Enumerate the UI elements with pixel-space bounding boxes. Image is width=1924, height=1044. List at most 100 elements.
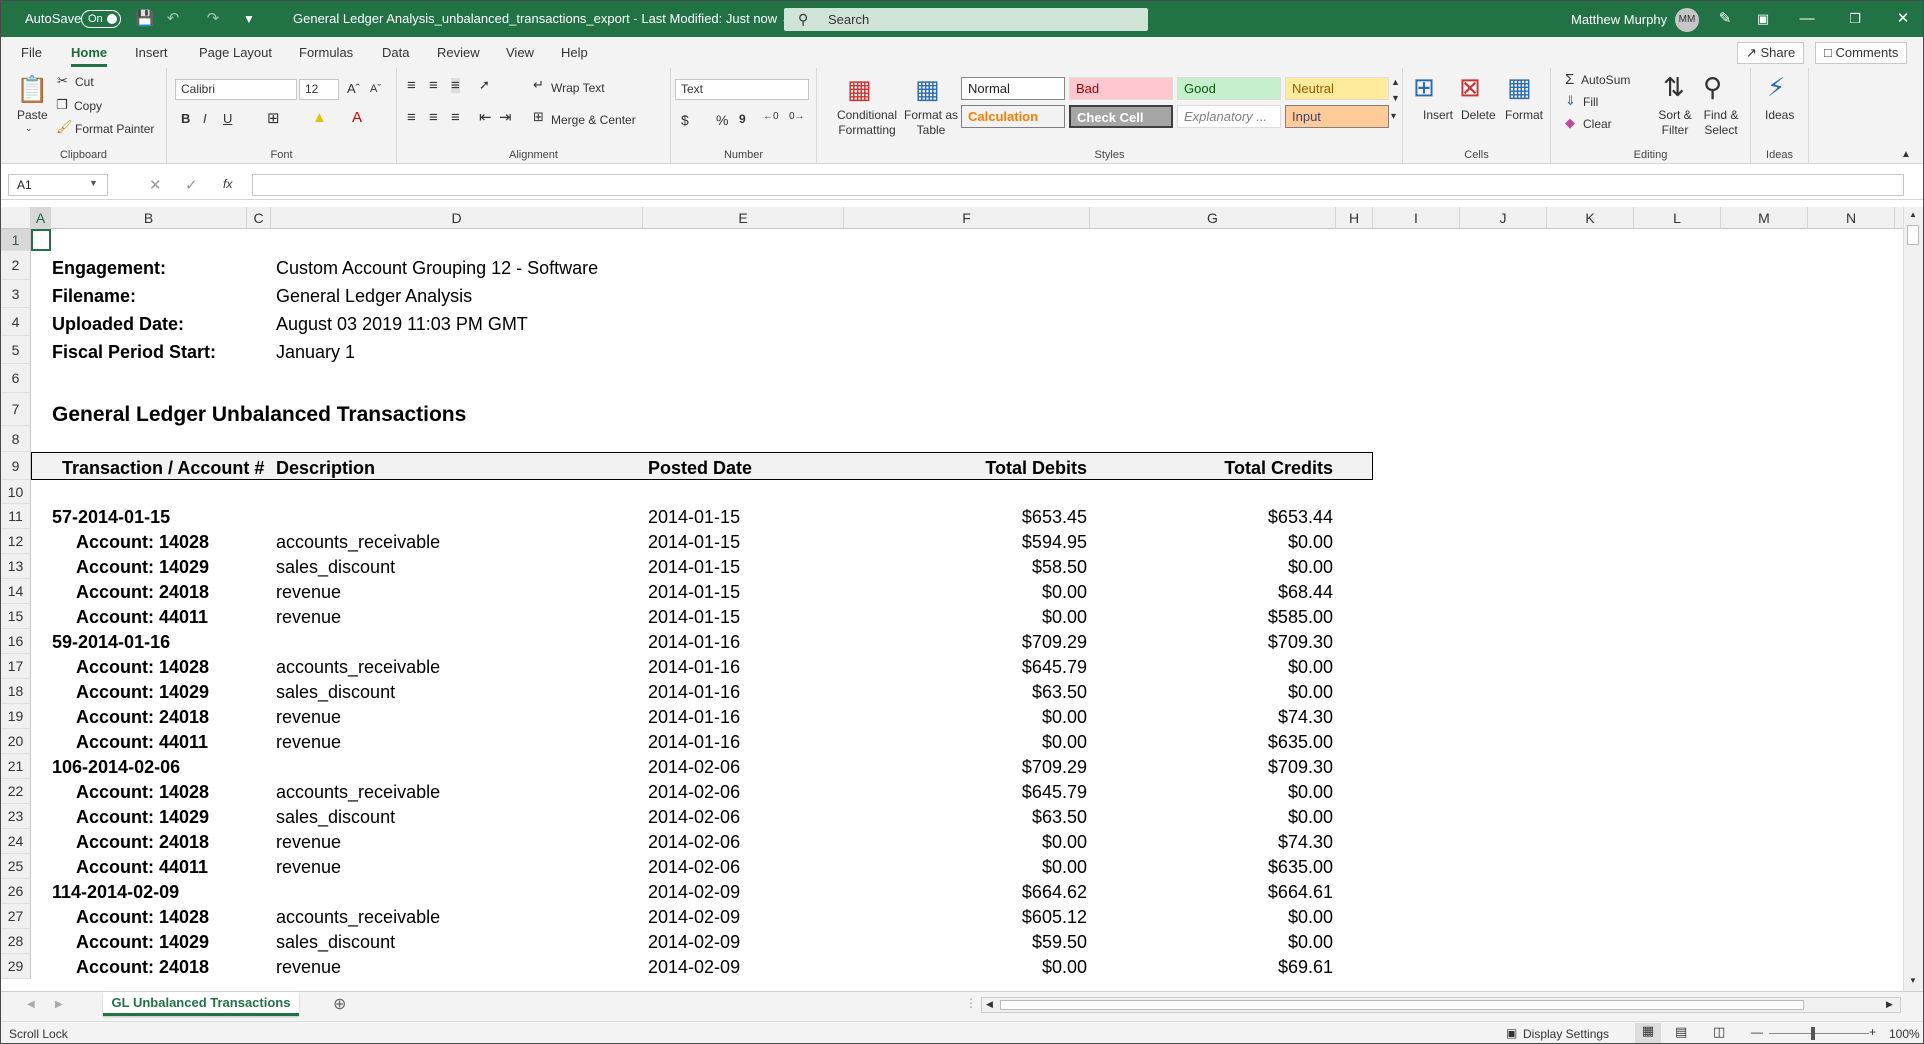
row-header[interactable]: 18 <box>1 679 31 704</box>
row-header[interactable]: 6 <box>1 364 31 393</box>
vertical-scroll-thumb[interactable] <box>1907 225 1919 245</box>
row-header[interactable]: 26 <box>1 879 31 904</box>
save-icon[interactable]: 💾 <box>135 9 155 29</box>
display-settings-button[interactable]: Display Settings <box>1523 1027 1609 1041</box>
tab-data[interactable]: Data <box>382 45 409 60</box>
merge-center-icon[interactable]: ⊞ <box>533 110 544 123</box>
font-color-icon[interactable]: A <box>352 110 362 125</box>
align-right-icon[interactable]: ≡ <box>451 110 460 125</box>
decrease-indent-icon[interactable]: ⇤ <box>479 110 492 125</box>
style-normal[interactable]: Normal <box>961 77 1065 100</box>
avatar[interactable]: MM <box>1675 8 1699 32</box>
conditional-formatting-button[interactable]: Conditional Formatting <box>827 108 907 138</box>
format-as-table-icon[interactable]: ▦ <box>915 76 940 102</box>
restore-icon[interactable]: ❐ <box>1835 7 1875 31</box>
cut-label[interactable]: Cut <box>75 75 94 89</box>
column-header[interactable]: F <box>844 207 1090 229</box>
percent-button[interactable]: % <box>716 112 728 128</box>
column-header[interactable]: C <box>247 207 271 229</box>
align-left-icon[interactable]: ≡ <box>407 110 416 125</box>
delete-cells-icon[interactable]: ⊠ <box>1459 74 1481 100</box>
normal-view-icon[interactable]: ▦ <box>1635 1023 1661 1043</box>
tab-view[interactable]: View <box>506 45 534 60</box>
zoom-in-icon[interactable]: + <box>1869 1025 1876 1039</box>
tab-formulas[interactable]: Formulas <box>299 45 353 60</box>
copy-icon[interactable]: ❐ <box>56 98 68 111</box>
borders-icon[interactable]: ⊞ <box>267 111 280 126</box>
paste-icon[interactable]: 📋 <box>16 76 48 102</box>
formula-input[interactable] <box>252 174 1904 196</box>
zoom-slider-thumb[interactable] <box>1811 1027 1815 1040</box>
scroll-right-icon[interactable]: ▶ <box>1886 1000 1893 1009</box>
clear-icon[interactable]: ◆ <box>1565 116 1575 129</box>
zoom-out-icon[interactable]: — <box>1751 1025 1763 1039</box>
row-header[interactable]: 23 <box>1 804 31 829</box>
row-header[interactable]: 27 <box>1 904 31 929</box>
grow-font-icon[interactable]: Aˆ <box>347 81 360 96</box>
pen-icon[interactable]: ✎ <box>1715 9 1735 29</box>
number-format-select[interactable]: Text <box>675 79 809 100</box>
row-header[interactable]: 28 <box>1 929 31 954</box>
wrap-text-button[interactable]: Wrap Text <box>551 81 605 95</box>
undo-icon[interactable]: ↶ <box>163 9 183 29</box>
collapse-ribbon-icon[interactable]: ▲ <box>1901 150 1911 160</box>
column-header[interactable]: J <box>1460 207 1547 229</box>
style-bad[interactable]: Bad <box>1069 77 1173 100</box>
insert-cells-icon[interactable]: ⊞ <box>1413 74 1435 100</box>
vertical-scrollbar[interactable]: ▲ ▼ <box>1903 207 1923 991</box>
document-title[interactable]: General Ledger Analysis_unbalanced_trans… <box>293 11 792 27</box>
column-header[interactable]: B <box>51 207 247 229</box>
cancel-icon[interactable]: ✕ <box>149 178 162 193</box>
styles-scroll-up-icon[interactable]: ▲ <box>1391 78 1400 87</box>
currency-button[interactable]: $ <box>681 112 689 128</box>
autosum-button[interactable]: AutoSum <box>1581 73 1630 87</box>
row-header[interactable]: 12 <box>1 529 31 554</box>
insert-function-button[interactable]: fx <box>223 177 232 191</box>
format-cells-button[interactable]: Format <box>1505 108 1543 122</box>
select-all-corner[interactable] <box>1 207 31 229</box>
sort-filter-button[interactable]: Sort & Filter <box>1655 108 1695 138</box>
align-top-icon[interactable]: ≡ <box>407 78 416 93</box>
tab-file[interactable]: File <box>21 45 42 60</box>
row-header[interactable]: 1 <box>1 229 31 251</box>
insert-cells-button[interactable]: Insert <box>1423 108 1453 122</box>
fill-icon[interactable]: ⇓ <box>1565 94 1576 107</box>
fill-color-icon[interactable]: ▲ <box>312 110 327 125</box>
column-header[interactable]: M <box>1721 207 1808 229</box>
style-good[interactable]: Good <box>1177 77 1281 100</box>
row-header[interactable]: 24 <box>1 829 31 854</box>
row-header[interactable]: 20 <box>1 729 31 754</box>
display-settings-icon[interactable]: ▣ <box>1506 1026 1517 1040</box>
user-name[interactable]: Matthew Murphy <box>1571 12 1667 27</box>
bold-button[interactable]: B <box>181 111 190 126</box>
column-header[interactable]: E <box>643 207 844 229</box>
delete-cells-button[interactable]: Delete <box>1461 108 1496 122</box>
row-header[interactable]: 25 <box>1 854 31 879</box>
column-header[interactable]: N <box>1808 207 1895 229</box>
find-select-icon[interactable]: ⚲ <box>1703 74 1722 100</box>
tab-insert[interactable]: Insert <box>135 45 168 60</box>
add-sheet-icon[interactable]: ⊕ <box>333 997 346 1013</box>
find-select-button[interactable]: Find & Select <box>1699 108 1743 138</box>
format-painter-icon[interactable]: 🖌 <box>56 120 73 133</box>
row-header[interactable]: 16 <box>1 629 31 654</box>
align-center-icon[interactable]: ≡ <box>429 110 438 125</box>
paste-label[interactable]: Paste <box>17 108 48 122</box>
column-header[interactable]: L <box>1634 207 1721 229</box>
row-header[interactable]: 11 <box>1 504 31 529</box>
row-header[interactable]: 7 <box>1 393 31 426</box>
zoom-level[interactable]: 100% <box>1889 1027 1920 1041</box>
enter-icon[interactable]: ✓ <box>185 178 198 193</box>
fill-button[interactable]: Fill <box>1583 95 1598 109</box>
column-header[interactable]: A <box>31 207 51 229</box>
share-button[interactable]: ↗ Share <box>1737 42 1805 64</box>
copy-label[interactable]: Copy <box>74 99 102 113</box>
column-header[interactable]: K <box>1547 207 1634 229</box>
merge-center-button[interactable]: Merge & Center <box>551 113 636 127</box>
ideas-button[interactable]: Ideas <box>1765 108 1794 122</box>
page-break-view-icon[interactable]: ◫ <box>1713 1024 1725 1040</box>
comments-button[interactable]: □ Comments <box>1815 42 1908 64</box>
scroll-up-icon[interactable]: ▲ <box>1909 211 1917 219</box>
underline-button[interactable]: U <box>223 111 232 126</box>
row-header[interactable]: 8 <box>1 426 31 452</box>
